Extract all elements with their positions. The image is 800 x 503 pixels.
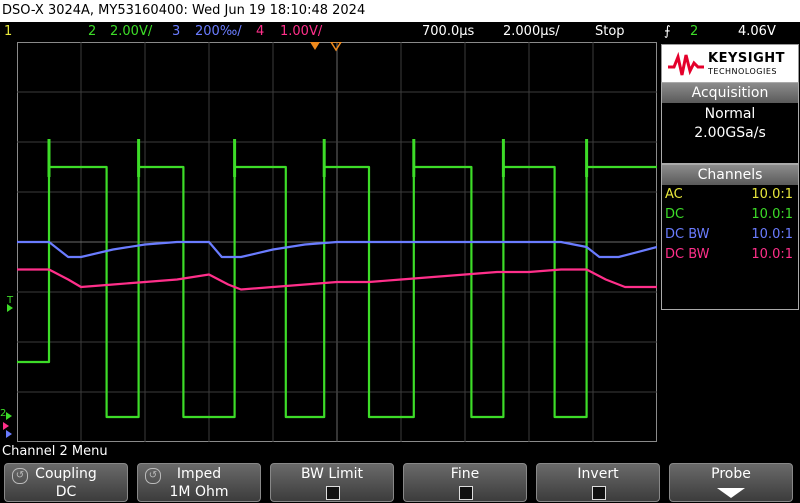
- channel-coupling: DC: [665, 207, 685, 222]
- submenu-arrow-icon: [717, 488, 745, 498]
- delay-marker[interactable]: [330, 42, 342, 52]
- channel-row-3[interactable]: DC BW 10.0:1: [662, 225, 798, 245]
- softkey-bar: Coupling ↺ DC Imped ↺ 1M Ohm BW Limit Fine Inver…: [0, 461, 800, 503]
- entry-knob-icon: ↺: [145, 468, 161, 484]
- ch4-ground-arrow-icon: [3, 422, 9, 430]
- channel-coupling: AC: [665, 187, 683, 202]
- window-title: DSO-X 3024A, MY53160400: Wed Jun 19 18:1…: [0, 0, 800, 22]
- softkey-label: Fine: [450, 466, 480, 482]
- softkey-value: DC: [55, 484, 77, 500]
- softkey-checkbox[interactable]: [459, 486, 473, 500]
- channel-probe-ratio: 10.0:1: [751, 207, 793, 222]
- softkey-checkbox[interactable]: [326, 486, 340, 500]
- invert-softkey[interactable]: Invert: [536, 463, 660, 502]
- trigger-position-marker[interactable]: [310, 42, 320, 50]
- waveform-svg: [17, 42, 657, 442]
- channel-row-4[interactable]: DC BW 10.0:1: [662, 245, 798, 265]
- time-delay: 700.0µs: [422, 24, 475, 39]
- trigger-level: 4.06V: [738, 24, 776, 39]
- brand-subtitle: TECHNOLOGIES: [708, 67, 777, 76]
- bw-limit-softkey[interactable]: BW Limit: [270, 463, 394, 502]
- fine-softkey[interactable]: Fine: [403, 463, 527, 502]
- waveform-display[interactable]: [17, 42, 657, 442]
- imped-softkey[interactable]: Imped ↺ 1M Ohm: [137, 463, 261, 502]
- trigger-edge-icon: ⨍: [664, 24, 671, 39]
- softkey-value: 1M Ohm: [169, 484, 229, 500]
- channel-probe-ratio: 10.0:1: [751, 247, 793, 262]
- status-bar: 1 2 2.00V/ 3 200‰/ 4 1.00V/ 700.0µs 2.00…: [0, 22, 800, 42]
- trigger-source: 2: [690, 24, 699, 39]
- sample-rate: 2.00GSa/s: [694, 125, 766, 141]
- time-scale: 2.000µs/: [503, 24, 560, 39]
- softkey-checkbox[interactable]: [592, 486, 606, 500]
- ch3-scale: 200‰/: [195, 24, 242, 39]
- probe-softkey[interactable]: Probe: [669, 463, 793, 502]
- ch2-scale: 2.00V/: [110, 24, 153, 39]
- entry-knob-icon: ↺: [12, 468, 28, 484]
- channel-row-1[interactable]: AC 10.0:1: [662, 185, 798, 205]
- side-panel: KEYSIGHT TECHNOLOGIES Acquisition Normal…: [659, 42, 800, 442]
- channels-header: Channels: [662, 165, 798, 185]
- channel-coupling: DC BW: [665, 227, 710, 242]
- menu-title: Channel 2 Menu: [0, 443, 800, 461]
- channel-row-2[interactable]: DC 10.0:1: [662, 205, 798, 225]
- ch1-indicator[interactable]: 1: [4, 22, 12, 42]
- brand-logo: KEYSIGHT TECHNOLOGIES: [661, 44, 799, 84]
- trigger-arrow-icon: [7, 304, 13, 312]
- ch4-indicator[interactable]: 4: [256, 22, 264, 42]
- acquisition-mode: Normal: [704, 106, 756, 122]
- ch2-indicator[interactable]: 2: [88, 22, 96, 42]
- coupling-softkey[interactable]: Coupling ↺ DC: [4, 463, 128, 502]
- ch4-scale: 1.00V/: [280, 24, 323, 39]
- ch2-ground-arrow-icon: [6, 412, 12, 420]
- softkey-label: Invert: [577, 466, 619, 482]
- brand-name: KEYSIGHT: [708, 51, 785, 66]
- acquisition-panel[interactable]: Acquisition Normal 2.00GSa/s: [661, 82, 799, 164]
- ch3-ground-arrow-icon: [6, 430, 12, 438]
- channel-probe-ratio: 10.0:1: [751, 227, 793, 242]
- keysight-wave-icon: [668, 51, 704, 76]
- channel-markers: T 2: [0, 42, 17, 442]
- ch3-indicator[interactable]: 3: [172, 22, 180, 42]
- channel-coupling: DC BW: [665, 247, 710, 262]
- channel-probe-ratio: 10.0:1: [751, 187, 793, 202]
- run-state: Stop: [595, 24, 625, 39]
- acquisition-header: Acquisition: [662, 83, 798, 103]
- softkey-label: Probe: [711, 466, 751, 482]
- channels-panel[interactable]: Channels AC 10.0:1 DC 10.0:1 DC BW 10.0:1 DC B…: [661, 164, 799, 310]
- softkey-label: BW Limit: [300, 466, 364, 482]
